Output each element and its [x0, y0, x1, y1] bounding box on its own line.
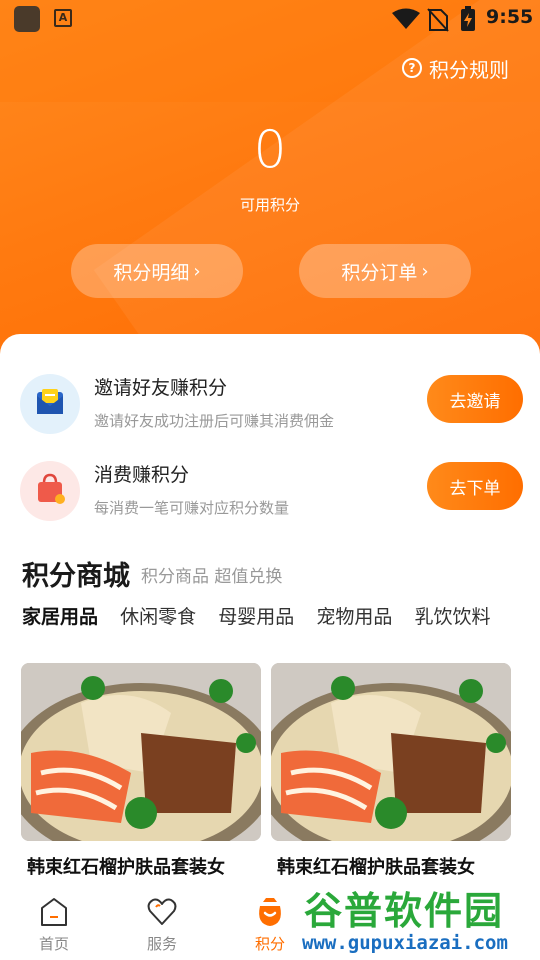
product-card[interactable]: 韩束红石榴护肤品套装女 — [271, 663, 511, 879]
points-rules-link[interactable]: ? 积分规则 — [402, 55, 509, 82]
watermark-url: www.gupuxiazai.com — [302, 932, 508, 954]
chevron-right-icon: › — [193, 260, 201, 282]
points-orders-label: 积分订单 — [341, 261, 418, 284]
wifi-icon — [392, 8, 420, 29]
task-invite-friends: 邀请好友赚积分 邀请好友成功注册后可赚其消费佣金 去邀请 — [0, 369, 540, 439]
points-mall-title: 积分商城 — [22, 561, 130, 592]
category-tab[interactable]: 家居用品 — [22, 602, 98, 629]
question-circle-icon: ? — [402, 58, 422, 78]
site-watermark: 谷普软件园 www.gupuxiazai.com — [296, 876, 540, 960]
invite-envelope-icon — [20, 374, 80, 434]
no-sim-icon — [427, 8, 449, 32]
category-tab[interactable]: 母婴用品 — [218, 602, 294, 629]
invite-button[interactable]: 去邀请 — [427, 375, 523, 423]
status-bar: A 9:55 — [0, 0, 540, 38]
task-title: 邀请好友赚积分 — [94, 377, 228, 399]
tab-home[interactable]: 首页 — [14, 890, 94, 960]
status-time: 9:55 — [486, 6, 534, 28]
tab-label: 首页 — [38, 935, 69, 953]
chevron-right-icon: › — [421, 260, 429, 282]
product-name: 韩束红石榴护肤品套装女 — [27, 857, 225, 878]
category-tab[interactable]: 宠物用品 — [316, 602, 392, 629]
app-notification-icon — [14, 6, 40, 32]
points-mall-subtitle: 积分商品 超值兑换 — [141, 567, 283, 587]
shopping-bag-icon — [20, 461, 80, 521]
watermark-text: 谷普软件园 — [304, 889, 505, 933]
battery-charging-icon — [461, 6, 475, 31]
keyboard-a-icon: A — [54, 9, 72, 27]
category-tabs: 家居用品 休闲零食 母婴用品 宠物用品 乳饮饮料 — [22, 602, 540, 632]
task-consume-points: 消费赚积分 每消费一笔可赚对应积分数量 去下单 — [0, 456, 540, 526]
available-points-label: 可用积分 — [239, 196, 300, 214]
points-detail-label: 积分明细 — [113, 261, 190, 284]
task-description: 邀请好友成功注册后可赚其消费佣金 — [94, 412, 335, 430]
product-image — [21, 663, 261, 841]
available-points-value: 0 — [253, 120, 287, 180]
category-tab[interactable]: 休闲零食 — [120, 602, 196, 629]
tab-service[interactable]: 服务 — [122, 890, 202, 960]
task-description: 每消费一笔可赚对应积分数量 — [94, 499, 290, 517]
tab-label: 服务 — [146, 935, 177, 953]
points-orders-button[interactable]: 积分订单 › — [299, 244, 471, 298]
points-bag-icon — [259, 898, 281, 926]
home-icon — [41, 898, 67, 926]
points-detail-button[interactable]: 积分明细 › — [71, 244, 243, 298]
place-order-button[interactable]: 去下单 — [427, 462, 523, 510]
task-title: 消费赚积分 — [94, 464, 190, 486]
product-card[interactable]: 韩束红石榴护肤品套装女 — [21, 663, 261, 879]
heart-icon — [147, 898, 177, 925]
points-rules-label: 积分规则 — [429, 57, 509, 82]
category-tab[interactable]: 乳饮饮料 — [414, 602, 490, 629]
product-image — [271, 663, 511, 841]
